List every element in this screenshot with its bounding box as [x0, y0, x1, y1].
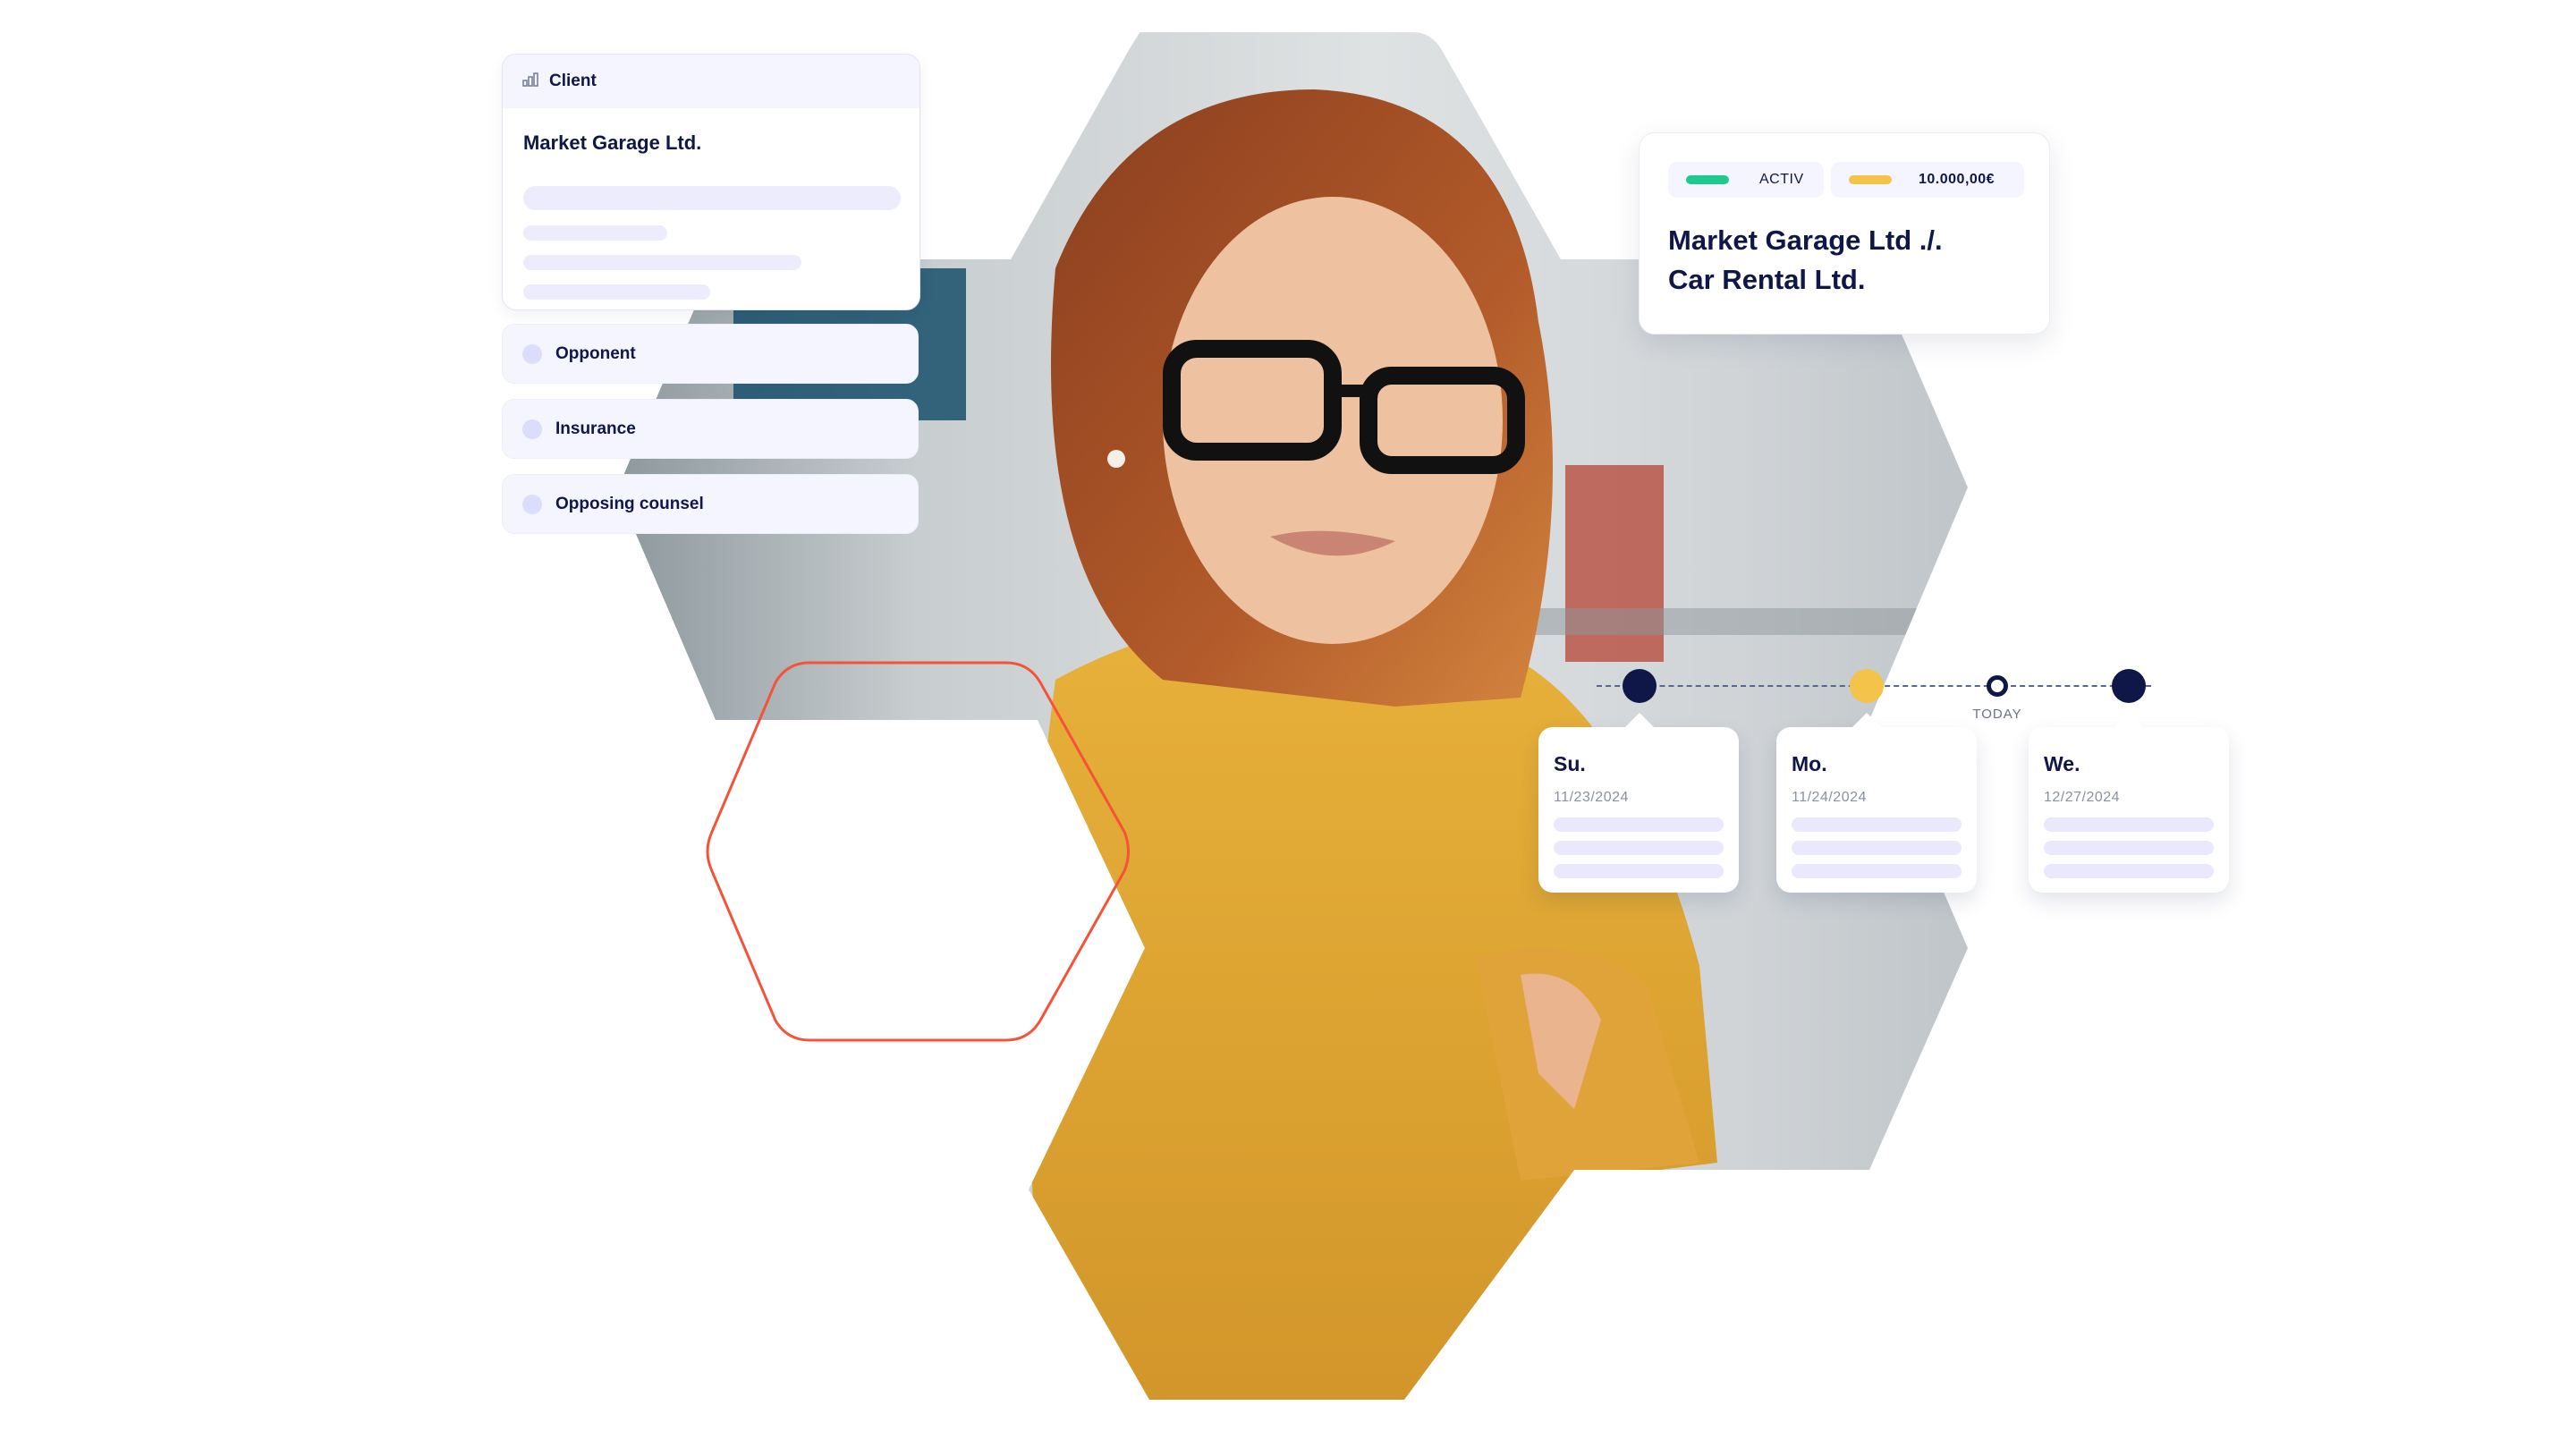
- amount-indicator-bar: [1849, 175, 1892, 184]
- party-row-insurance[interactable]: Insurance: [502, 399, 919, 459]
- skeleton-line: [523, 225, 667, 241]
- card-pointer: [1851, 713, 1883, 729]
- skeleton-line: [2044, 841, 2214, 855]
- skeleton-line: [2044, 864, 2214, 878]
- party-status-dot: [522, 419, 542, 439]
- event-day: We.: [2044, 752, 2080, 775]
- card-pointer: [2113, 713, 2145, 729]
- skeleton-line: [1792, 864, 1962, 878]
- client-card-label: Client: [549, 72, 597, 90]
- skeleton-line: [1554, 817, 1724, 832]
- status-indicator-bar: [1686, 175, 1729, 184]
- portrait-photo: [617, 32, 1968, 1400]
- party-label: Insurance: [555, 419, 636, 438]
- skeleton-line: [523, 255, 801, 270]
- timeline-today-marker: [1987, 675, 2008, 697]
- status-badge: ACTIV: [1668, 162, 1824, 198]
- timeline-event-dot[interactable]: [2112, 669, 2146, 703]
- party-label: Opponent: [555, 343, 636, 363]
- bar-chart-icon: [522, 72, 538, 91]
- skeleton-line: [2044, 817, 2214, 832]
- event-date: 12/27/2024: [2044, 790, 2121, 805]
- party-status-dot: [522, 343, 542, 364]
- party-status-dot: [522, 494, 542, 514]
- status-text: ACTIV: [1759, 172, 1804, 187]
- skeleton-line: [1554, 864, 1724, 878]
- skeleton-line: [523, 186, 901, 210]
- event-day: Mo.: [1792, 752, 1827, 775]
- party-label: Opposing counsel: [555, 494, 704, 513]
- card-pointer: [1623, 713, 1656, 729]
- amount-text: 10.000,00€: [1919, 172, 1996, 187]
- event-date: 11/23/2024: [1554, 790, 1629, 805]
- timeline-event-dot[interactable]: [1623, 669, 1657, 703]
- skeleton-line: [1792, 817, 1962, 832]
- timeline-event-card[interactable]: Mo. 11/24/2024: [1776, 713, 1977, 893]
- event-date: 11/24/2024: [1792, 790, 1867, 805]
- case-title-line: Car Rental Ltd.: [1668, 264, 1866, 295]
- case-card[interactable]: ACTIV 10.000,00€ Market Garage Ltd ./. C…: [1639, 132, 2050, 334]
- timeline-event-card[interactable]: Su. 11/23/2024: [1538, 713, 1739, 893]
- party-row-opposing-counsel[interactable]: Opposing counsel: [502, 474, 919, 534]
- amount-badge: 10.000,00€: [1831, 162, 2024, 198]
- case-title-line: Market Garage Ltd ./.: [1668, 224, 1943, 256]
- skeleton-line: [1792, 841, 1962, 855]
- timeline-event-card[interactable]: We. 12/27/2024: [2029, 713, 2229, 893]
- timeline-event-dot[interactable]: [1850, 669, 1884, 703]
- skeleton-line: [523, 284, 710, 300]
- party-row-opponent[interactable]: Opponent: [502, 324, 919, 384]
- case-title: Market Garage Ltd ./. Car Rental Ltd.: [1668, 221, 1943, 300]
- client-card-header: Client: [503, 55, 919, 108]
- client-name: Market Garage Ltd.: [523, 131, 702, 154]
- skeleton-line: [1554, 841, 1724, 855]
- today-label: TODAY: [1972, 707, 2022, 722]
- client-card[interactable]: Client Market Garage Ltd.: [502, 54, 920, 310]
- event-day: Su.: [1554, 752, 1586, 775]
